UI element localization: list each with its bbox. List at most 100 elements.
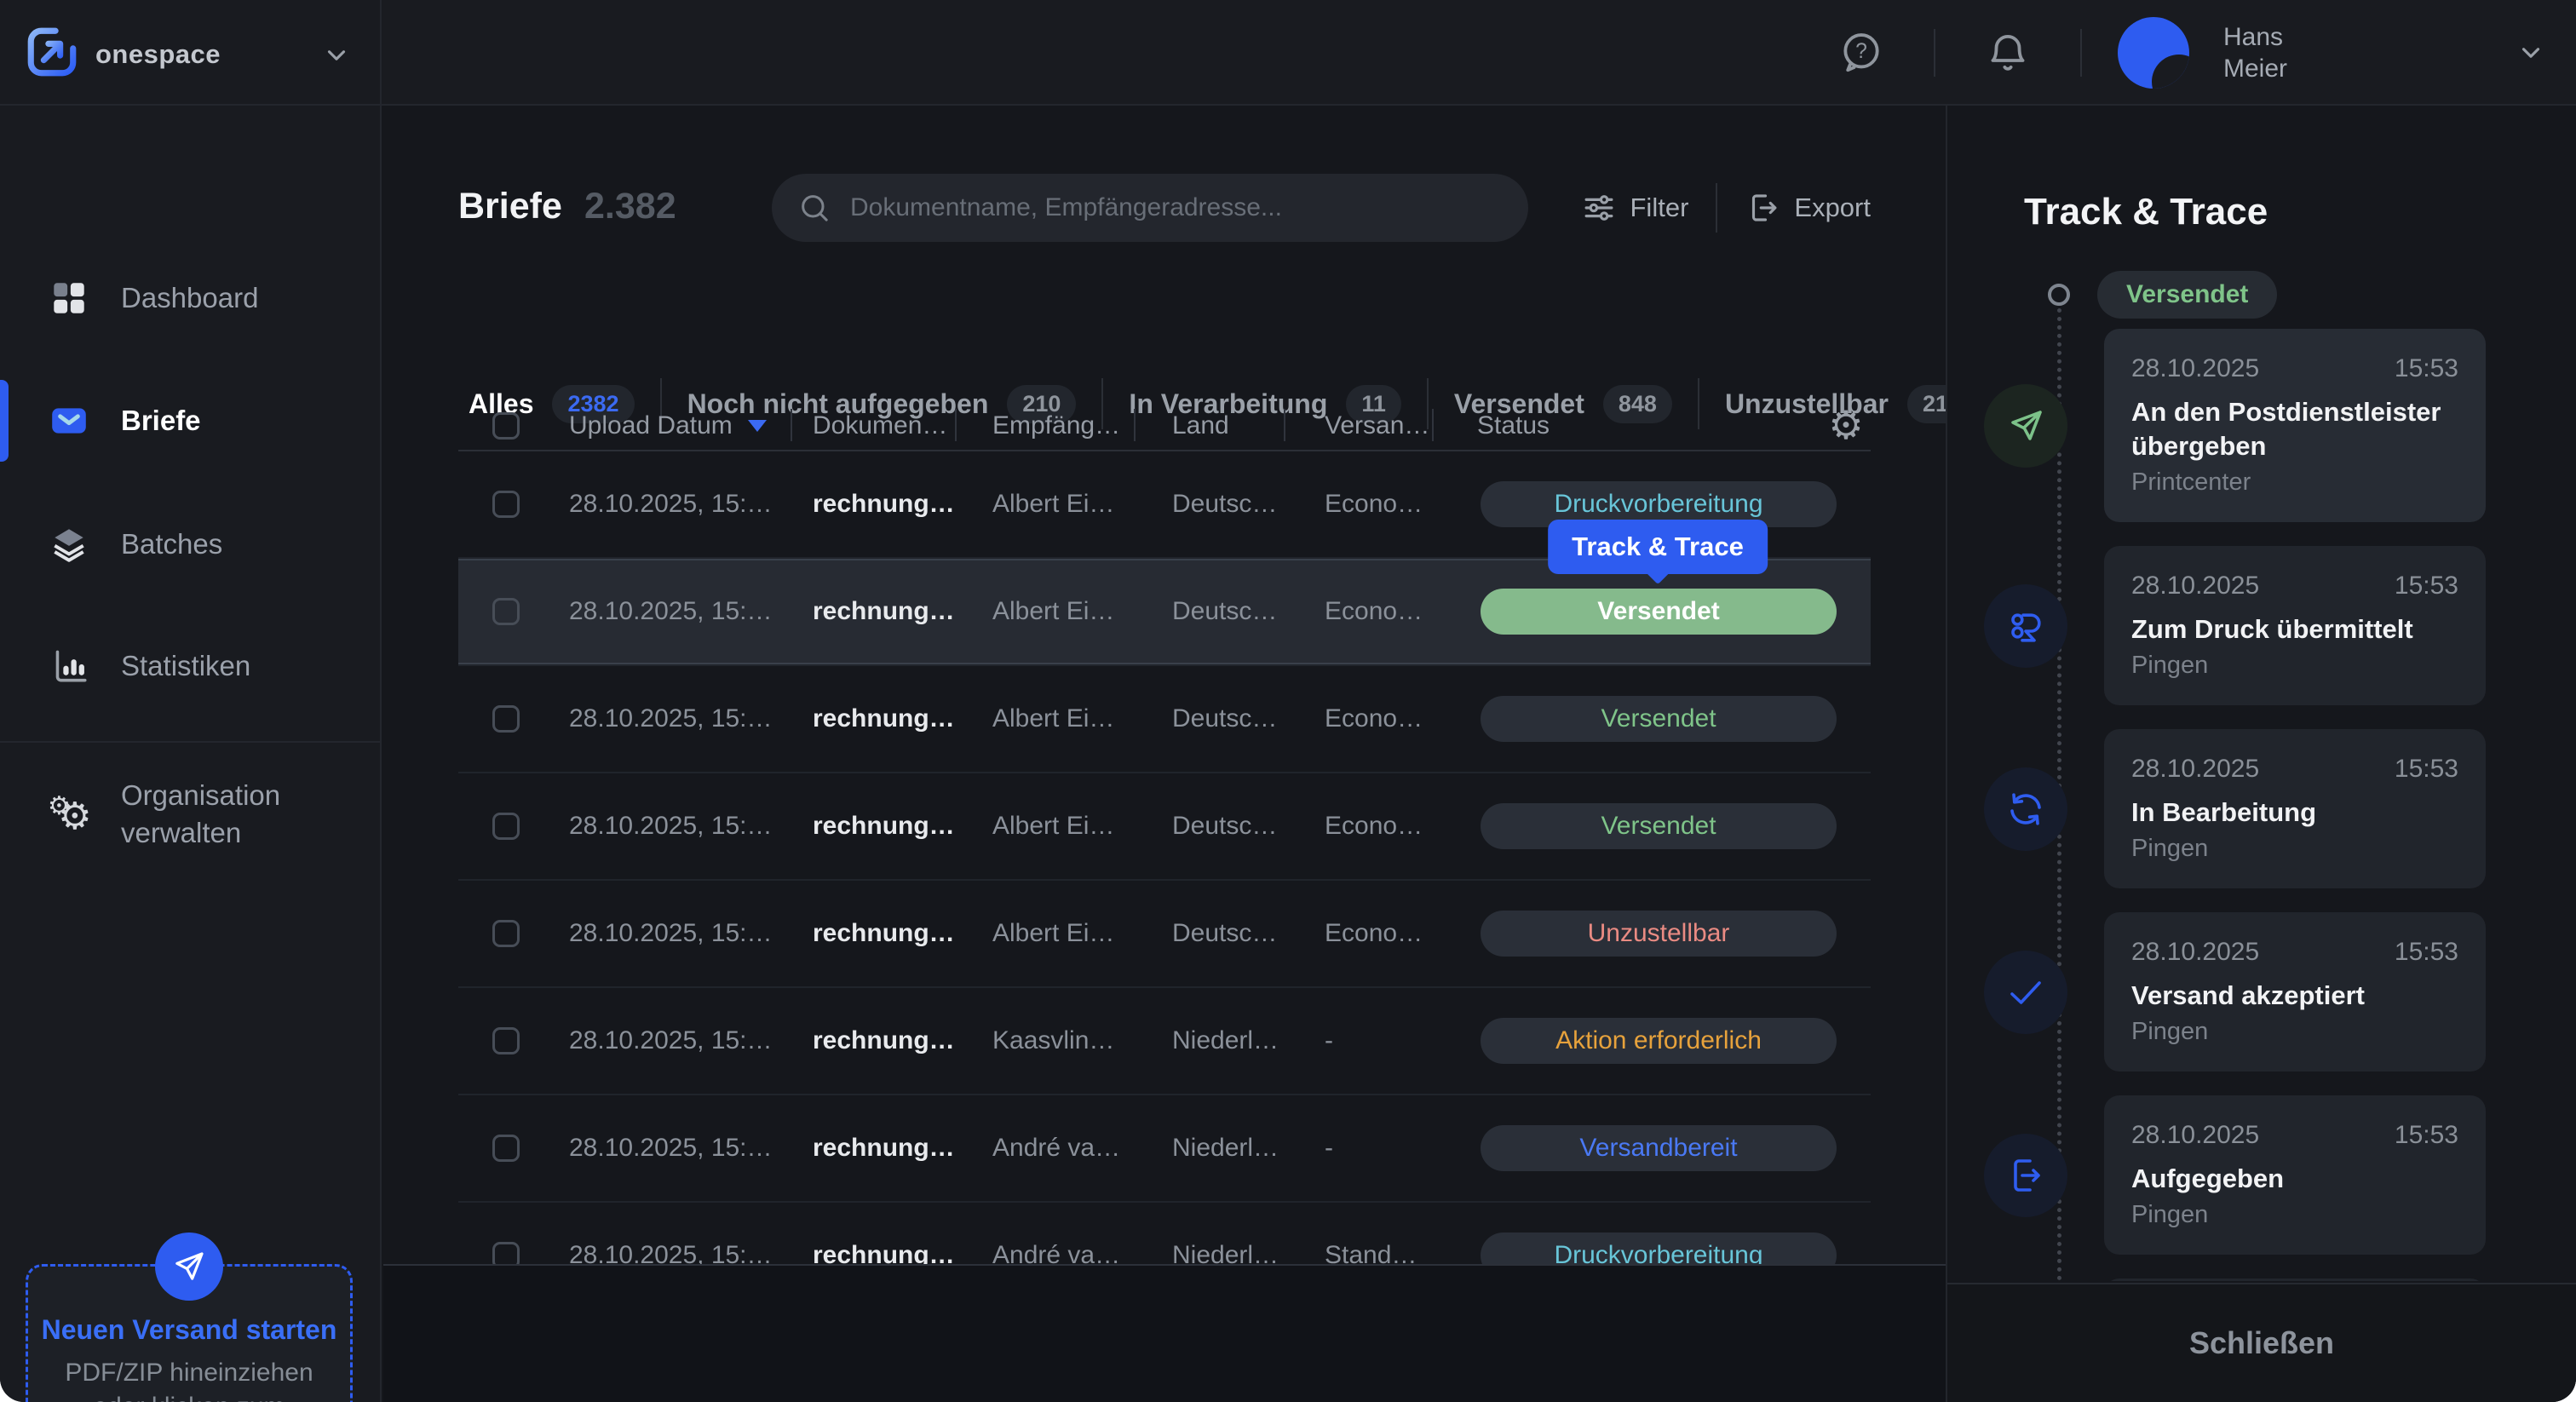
sidebar-item-label: Batches: [121, 528, 222, 560]
export-label: Export: [1794, 192, 1871, 223]
timeline: Versendet 28.10.2025 15:53 An den Postdi: [1947, 271, 2576, 1281]
row-checkbox-cell: [458, 1242, 552, 1264]
row-checkbox-cell: [458, 920, 552, 947]
timeline-event-icon: [1984, 951, 2067, 1034]
table-row[interactable]: 28.10.2025, 15:… rechnung… André va… Nie…: [458, 1095, 1871, 1203]
cell-document: rechnung…: [791, 1026, 955, 1055]
cell-recipient: Albert Ei…: [955, 490, 1134, 519]
cell-document: rechnung…: [791, 490, 955, 519]
help-icon[interactable]: ?: [1838, 30, 1884, 76]
event-subtitle: Pingen: [2131, 652, 2458, 680]
user-name: Hans Meier: [2223, 21, 2334, 84]
page-title: Briefe: [458, 186, 562, 227]
status-badge: Unzustellbar: [1481, 911, 1837, 957]
timeline-event: 28.10.2025 15:53 An den Postdienstleiste…: [1947, 329, 2576, 522]
onespace-logo-icon: [24, 24, 80, 80]
brand-area[interactable]: onespace: [0, 0, 382, 106]
cell-country: Deutsc…: [1134, 597, 1284, 626]
sidebar-divider: [0, 741, 380, 743]
track-trace-panel: Track & Trace Versendet 28.10.2025: [1946, 106, 2576, 1402]
sidebar-item[interactable]: ⚙⚙ Organisation verwalten: [0, 763, 380, 865]
row-checkbox[interactable]: [492, 920, 520, 947]
timeline-icon-column: [1947, 1134, 2104, 1217]
event-date: 28.10.2025: [2131, 572, 2259, 600]
column-country[interactable]: Land: [1134, 400, 1284, 451]
table-settings-gear-icon[interactable]: ⚙: [1825, 404, 1867, 446]
timeline-event: 28.10.2025 15:53 In Bearbeitung Pingen: [1947, 729, 2576, 888]
filter-button[interactable]: Filter: [1581, 190, 1689, 226]
user-menu-chevron-down-icon[interactable]: [2516, 38, 2545, 67]
brand-chevron-down-icon[interactable]: [322, 41, 351, 70]
cell-upload-date: 28.10.2025, 15:…: [552, 919, 791, 948]
main-content: Briefe 2.382 Filter: [383, 106, 1946, 1402]
sidebar-item-icon: ⚙⚙: [48, 793, 90, 836]
cell-document: rechnung…: [791, 812, 955, 841]
cell-country: Niederl…: [1134, 1241, 1284, 1264]
filter-label: Filter: [1630, 192, 1689, 223]
table-row[interactable]: 28.10.2025, 15:… rechnung… Albert Ei… De…: [458, 881, 1871, 988]
cell-status: Unzustellbar: [1432, 911, 1871, 957]
row-checkbox[interactable]: [492, 705, 520, 733]
search-bar[interactable]: [772, 174, 1528, 242]
event-date-row: 28.10.2025 15:53: [2131, 572, 2458, 600]
event-time: 15:53: [2395, 755, 2458, 784]
content-bottom-area: [383, 1264, 1946, 1402]
user-avatar[interactable]: [2118, 17, 2189, 89]
cell-shipping: Econo…: [1284, 490, 1432, 519]
panel-title: Track & Trace: [2024, 191, 2268, 233]
table-row[interactable]: 28.10.2025, 15:… rechnung… Albert Ei… De…: [458, 666, 1871, 773]
event-date-row: 28.10.2025 15:53: [2131, 354, 2458, 383]
status-badge: Versendet: [1481, 696, 1837, 742]
row-checkbox-cell: [458, 1027, 552, 1054]
notifications-bell-icon[interactable]: [1985, 30, 2031, 76]
cell-country: Deutsc…: [1134, 490, 1284, 519]
sidebar-item[interactable]: Statistiken: [0, 625, 380, 707]
track-and-trace-tooltip[interactable]: Track & Trace: [1548, 520, 1768, 574]
header-checkbox-cell: [458, 400, 552, 451]
table-row[interactable]: 28.10.2025, 15:… rechnung… André va… Nie…: [458, 1203, 1871, 1264]
column-recipient[interactable]: Empfäng…: [955, 400, 1134, 451]
row-checkbox[interactable]: [492, 1242, 520, 1264]
row-checkbox[interactable]: [492, 491, 520, 518]
select-all-checkbox[interactable]: [492, 412, 520, 440]
column-label: Status: [1477, 411, 1550, 440]
new-shipment-dropzone[interactable]: Neuen Versand starten PDF/ZIP hineinzieh…: [26, 1264, 353, 1402]
table-row[interactable]: 28.10.2025, 15:… rechnung… Kaasvlin… Nie…: [458, 988, 1871, 1095]
status-badge: Druckvorbereitung: [1481, 1232, 1837, 1264]
cell-document: rechnung…: [791, 1134, 955, 1163]
column-label: Dokumen…: [813, 411, 947, 440]
row-checkbox-cell: [458, 491, 552, 518]
event-title: In Bearbeitung: [2131, 796, 2458, 830]
export-button[interactable]: Export: [1745, 190, 1871, 226]
cell-document: rechnung…: [791, 704, 955, 733]
column-document[interactable]: Dokumen…: [791, 400, 955, 451]
sidebar-item[interactable]: Dashboard: [0, 257, 380, 339]
timeline-event-card: 28.10.2025 15:53 In Bearbeitung Pingen: [2104, 729, 2486, 888]
event-time: 15:53: [2395, 354, 2458, 383]
row-checkbox[interactable]: [492, 598, 520, 625]
row-checkbox[interactable]: [492, 1135, 520, 1162]
sidebar-item[interactable]: Briefe: [0, 380, 380, 462]
status-badge: Versendet: [1481, 589, 1837, 635]
event-title: An den Postdienstleister übergeben: [2131, 395, 2458, 463]
timeline-event: 28.10.2025 15:53 Aufgegeben Pingen: [1947, 1095, 2576, 1255]
row-checkbox-cell: [458, 705, 552, 733]
sidebar-item[interactable]: Batches: [0, 503, 380, 585]
event-subtitle: Pingen: [2131, 835, 2458, 863]
column-status[interactable]: Status: [1432, 400, 1871, 451]
letters-table: Upload Datum Dokumen… Empfäng… Land Vers…: [458, 400, 1871, 1264]
timeline-event: 28.10.2025 15:53 Versand akzeptiert Ping…: [1947, 912, 2576, 1072]
table-row[interactable]: 28.10.2025, 15:… rechnung… Albert Ei… De…: [458, 773, 1871, 881]
close-button[interactable]: Schließen: [2189, 1325, 2334, 1361]
row-checkbox[interactable]: [492, 1027, 520, 1054]
column-shipping[interactable]: Versan…: [1284, 400, 1432, 451]
row-checkbox-cell: [458, 1135, 552, 1162]
event-date-row: 28.10.2025 15:53: [2131, 1121, 2458, 1150]
row-checkbox[interactable]: [492, 813, 520, 840]
column-label: Versan…: [1325, 411, 1429, 440]
event-subtitle: Pingen: [2131, 1201, 2458, 1229]
search-input[interactable]: [850, 193, 1503, 222]
cell-recipient: Albert Ei…: [955, 704, 1134, 733]
cell-upload-date: 28.10.2025, 15:…: [552, 1241, 791, 1264]
column-upload-date[interactable]: Upload Datum: [552, 400, 791, 451]
